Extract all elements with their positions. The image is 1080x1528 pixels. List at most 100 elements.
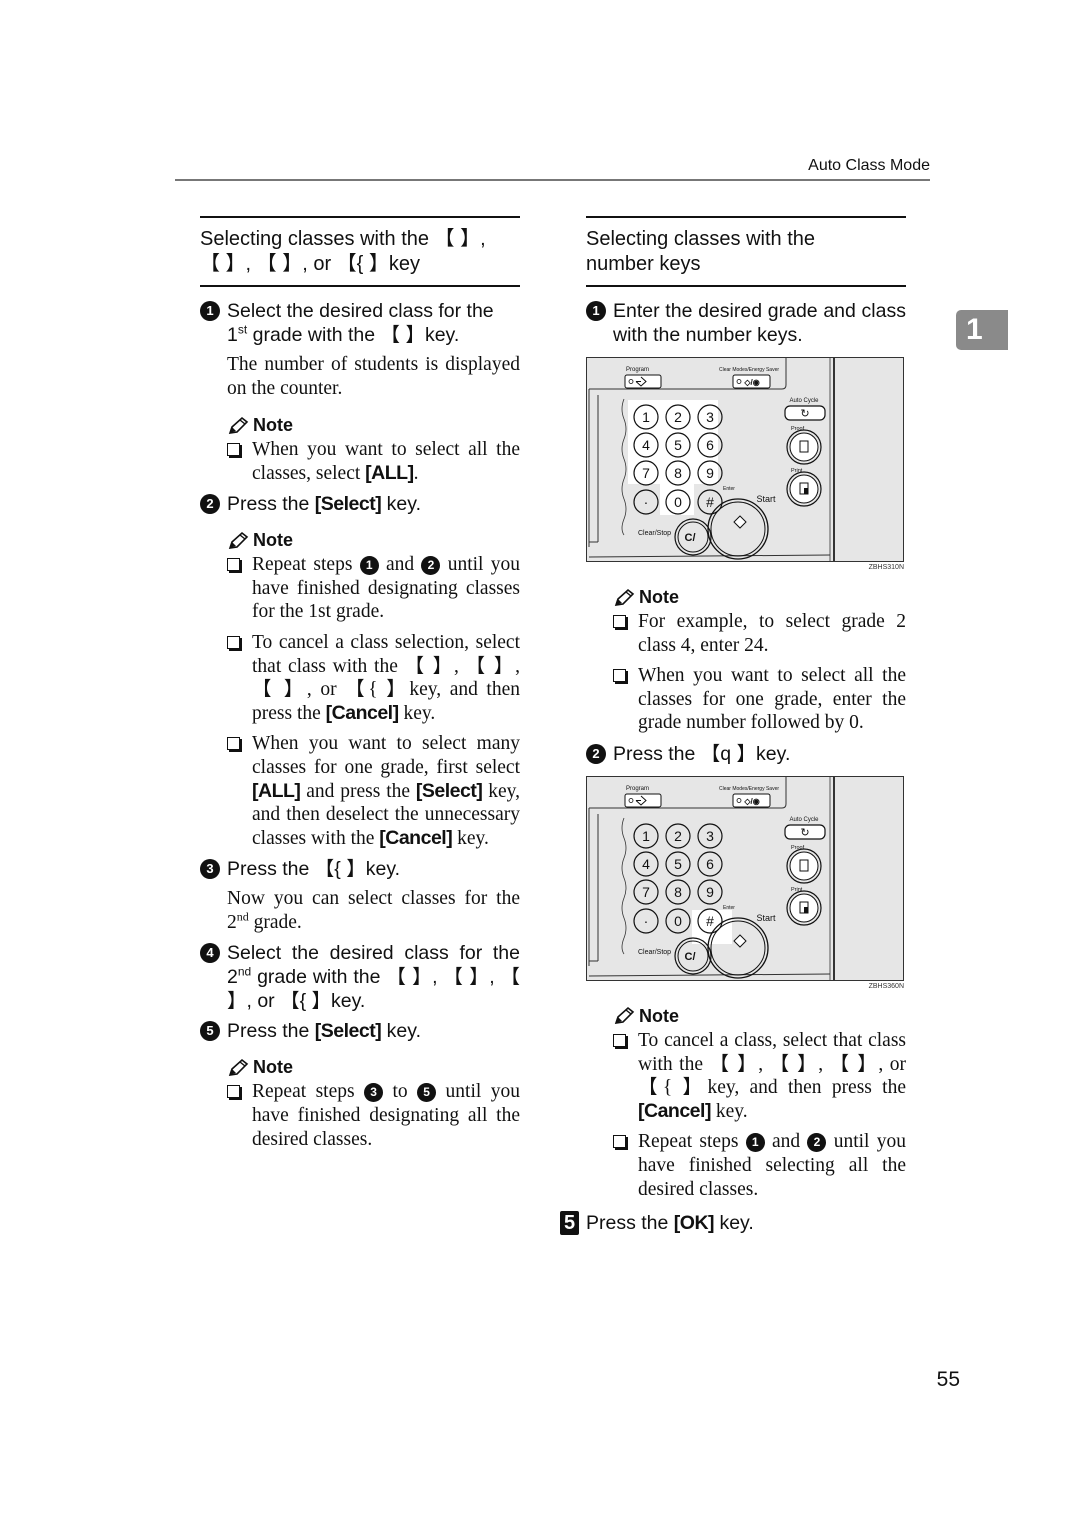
clear-stop-label: Clear/Stop — [638, 530, 671, 537]
body-text: grade. — [248, 912, 302, 934]
number-key-label: # — [706, 913, 714, 929]
step-text: Press the — [227, 493, 315, 516]
note-item: When you want to select many classes for… — [227, 732, 520, 850]
step-text: Press the — [227, 1020, 315, 1043]
note-text: Repeat steps — [252, 1081, 365, 1103]
step-text: Press the 【q 】key. — [613, 742, 791, 765]
checkbox-bullet-icon — [227, 737, 240, 751]
header-rule — [175, 179, 930, 181]
operation-panel-figure: Program Clear Modes/Energy Saver ◇/◉ 1 2 3 4 5 6… — [586, 775, 904, 990]
clear-stop-label: Clear/Stop — [638, 949, 671, 956]
clear-modes-label: Clear Modes/Energy Saver — [719, 786, 779, 792]
number-key-label: 3 — [706, 409, 714, 425]
step-5: 5 Press the [Select] key. — [200, 1019, 520, 1043]
note-label: Note — [253, 415, 293, 435]
step-number-badge: 2 — [586, 743, 606, 764]
step-5: 5 Press the [OK] key. — [560, 1211, 906, 1236]
number-key-label: · — [644, 913, 649, 929]
number-key-label: 7 — [642, 884, 650, 900]
checkbox-bullet-icon — [613, 1135, 626, 1149]
enter-label: Enter — [723, 905, 735, 911]
note-text: key. — [710, 1100, 748, 1122]
step-text: grade with the 【 】, 【 】, 【 】, or 【{ 】key… — [227, 966, 520, 1013]
note-heading: Note — [613, 587, 906, 608]
step-4: 4 Select the desired class for the 2nd g… — [200, 941, 520, 1013]
chapter-tab[interactable]: 1 — [956, 310, 1008, 350]
control-panel-illustration: Program Clear Modes/Energy Saver ◇/◉ 1 2 3 4 5 6… — [586, 357, 904, 562]
pencil-icon — [227, 531, 249, 551]
note-text: key. — [452, 827, 489, 849]
step-number-badge: 2 — [200, 494, 220, 515]
number-key-label: 5 — [674, 437, 682, 453]
number-key-label: 2 — [674, 828, 682, 844]
figure-id: ZBHS310N — [868, 564, 904, 571]
program-key — [624, 374, 662, 389]
start-label: Start — [756, 913, 776, 923]
number-key-label: 9 — [706, 465, 714, 481]
step-reference-badge: 1 — [359, 556, 379, 576]
number-key-label: 4 — [642, 437, 650, 453]
note-heading: Note — [227, 530, 520, 551]
key-label: [Cancel] — [379, 826, 453, 849]
note-text: To cancel a class, select that class wit… — [638, 1029, 906, 1099]
step-reference-badge: 1 — [745, 1133, 765, 1153]
right-column: Selecting classes with the number keys 1… — [560, 216, 906, 1236]
pencil-icon — [227, 416, 249, 436]
running-head: Auto Class Mode — [808, 157, 930, 174]
note-text: For example, to select grade 2 class 4, … — [638, 611, 906, 656]
page-number: 55 — [936, 1368, 960, 1391]
start-label: Start — [756, 494, 776, 504]
number-key-label: 1 — [642, 409, 650, 425]
proof-icon — [799, 859, 809, 872]
checkbox-bullet-icon — [613, 669, 626, 683]
step-reference-badge: 2 — [807, 1133, 827, 1153]
key-label: [Select] — [314, 493, 382, 516]
number-key-label: 5 — [674, 856, 682, 872]
note-item: Repeat steps 1 and 2 until you have fini… — [227, 553, 520, 624]
note-item: Repeat steps 1 and 2 until you have fini… — [613, 1130, 906, 1201]
note-text: and — [378, 554, 422, 576]
section-title-line: 【 】, 【 】, or 【{ 】key — [200, 253, 421, 275]
step-text: Enter the desired grade and class with t… — [613, 300, 906, 346]
clear-stop-icon: C/ — [685, 951, 696, 963]
checkbox-bullet-icon — [227, 558, 240, 572]
note-heading: Note — [613, 1006, 906, 1027]
enter-label: Enter — [723, 486, 735, 492]
operation-panel-figure: Program Clear Modes/Energy Saver ◇/◉ 1 2 3 4 5 6… — [586, 357, 904, 571]
note-text: When you want to select many classes for… — [252, 733, 520, 778]
number-key-label: 9 — [706, 884, 714, 900]
note-text: and — [764, 1131, 808, 1153]
step-1-body: The number of students is displayed on t… — [227, 354, 520, 399]
number-key-label: 8 — [674, 884, 682, 900]
step-2: 2 Press the [Select] key. — [200, 492, 520, 516]
number-key-label: 6 — [706, 437, 714, 453]
note-item: Repeat steps 3 to 5 until you have finis… — [227, 1080, 520, 1151]
auto-cycle-icon: ↻ — [800, 408, 809, 420]
note-heading: Note — [227, 415, 520, 436]
step-text: 1 — [227, 324, 238, 346]
note-label: Note — [639, 1005, 679, 1026]
note-label: Note — [639, 587, 679, 607]
step-number-badge: 4 — [200, 943, 220, 964]
pencil-icon — [613, 588, 635, 608]
step-reference-badge: 3 — [364, 1083, 384, 1103]
auto-cycle-label: Auto Cycle — [789, 817, 819, 823]
note-text: When you want to select all the classes … — [638, 665, 906, 734]
step-text: key. — [381, 1020, 421, 1043]
step-text: Press the 【{ 】key. — [227, 858, 401, 881]
section-title-line: Selecting classes with the 【 】, — [200, 228, 486, 250]
number-key-label: 8 — [674, 465, 682, 481]
note-text: key. — [398, 702, 436, 724]
section-heading-cursor-keys: Selecting classes with the 【 】, 【 】, 【 】… — [200, 216, 520, 287]
key-label: [ALL] — [365, 461, 414, 484]
step-text: Press the — [586, 1212, 674, 1235]
step-number-badge: 5 — [560, 1211, 579, 1236]
step-reference-badge: 2 — [421, 556, 441, 576]
step-reference-badge: 5 — [417, 1083, 437, 1103]
step-number-badge: 1 — [586, 301, 606, 321]
note-label: Note — [253, 530, 293, 551]
note-block: Note For example, to select grade 2 clas… — [586, 587, 906, 735]
step-number-badge: 5 — [200, 1021, 220, 1042]
note-label: Note — [253, 1057, 293, 1078]
pencil-icon — [613, 1006, 635, 1026]
